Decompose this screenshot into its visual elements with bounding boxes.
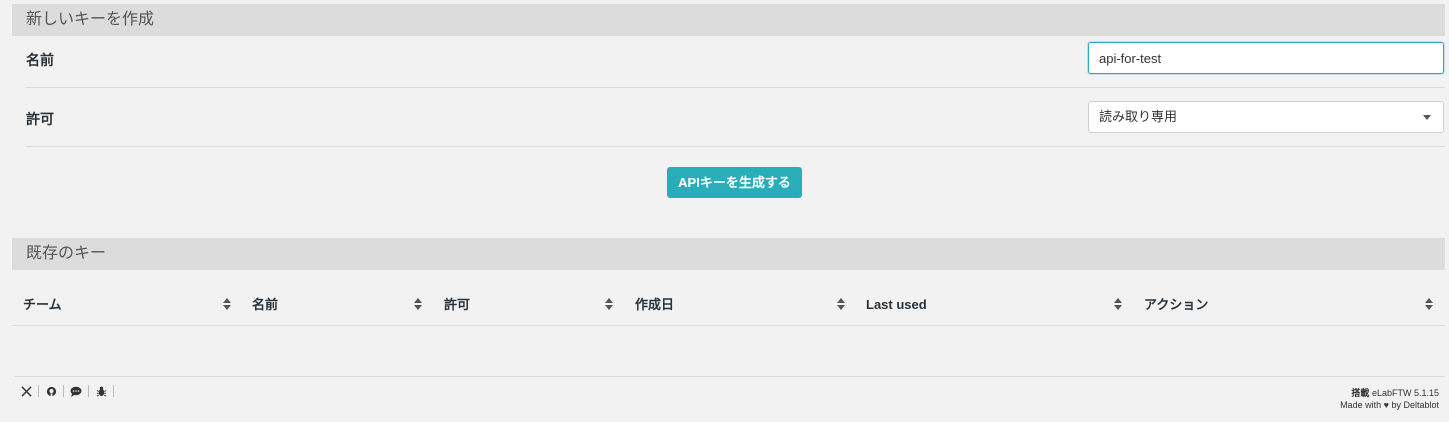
bug-icon[interactable] [93, 384, 109, 398]
x-twitter-icon[interactable] [18, 384, 34, 398]
name-label: 名前 [26, 52, 54, 68]
permission-select[interactable]: 読み取り専用 [1088, 101, 1444, 133]
footer-separator [88, 385, 89, 397]
sort-icon[interactable] [1114, 298, 1122, 312]
elabftw-version-link[interactable]: eLabFTW 5.1.15 [1372, 388, 1439, 398]
footer-social-links [18, 384, 118, 398]
key-name-input[interactable] [1088, 42, 1444, 74]
heart-icon: ♥ [1383, 400, 1389, 410]
sort-icon[interactable] [1425, 298, 1433, 312]
chat-icon[interactable] [68, 384, 84, 398]
sort-icon[interactable] [223, 298, 231, 312]
sort-icon[interactable] [605, 298, 613, 312]
powered-by-line: 搭載 eLabFTW 5.1.15 [1340, 387, 1439, 399]
permission-label: 許可 [26, 111, 54, 127]
existing-keys-header: 既存のキー [12, 238, 1445, 270]
column-created[interactable]: 作成日 [635, 284, 674, 326]
keys-table-header: チーム 名前 許可 作成日 Last used アクション [12, 284, 1445, 326]
create-key-title: 新しいキーを作成 [26, 11, 155, 28]
column-name[interactable]: 名前 [252, 284, 278, 326]
made-with-prefix: Made with [1340, 400, 1382, 410]
generate-api-key-button[interactable]: APIキーを生成する [667, 167, 802, 198]
sort-icon[interactable] [414, 298, 422, 312]
permission-row: 許可 読み取り専用 [26, 88, 1445, 147]
footer-divider [14, 376, 1445, 377]
powered-by-prefix: 搭載 [1351, 388, 1370, 398]
name-row: 名前 [26, 36, 1445, 88]
permission-selected-value: 読み取り専用 [1099, 109, 1178, 124]
existing-keys-title: 既存のキー [26, 245, 107, 262]
footer-separator [63, 385, 64, 397]
column-team[interactable]: チーム [23, 284, 62, 326]
made-with-line: Made with ♥ by Deltablot [1340, 399, 1439, 411]
column-actions[interactable]: アクション [1144, 284, 1208, 326]
footer-separator [113, 385, 114, 397]
sort-icon[interactable] [837, 298, 845, 312]
github-icon[interactable] [43, 384, 59, 398]
chevron-down-icon [1423, 115, 1431, 120]
footer-credits: 搭載 eLabFTW 5.1.15 Made with ♥ by Deltabl… [1340, 387, 1439, 411]
create-key-header: 新しいキーを作成 [12, 4, 1445, 36]
column-last-used[interactable]: Last used [866, 284, 927, 326]
column-permission[interactable]: 許可 [444, 284, 470, 326]
deltablot-link[interactable]: by Deltablot [1391, 400, 1439, 410]
footer-separator [38, 385, 39, 397]
